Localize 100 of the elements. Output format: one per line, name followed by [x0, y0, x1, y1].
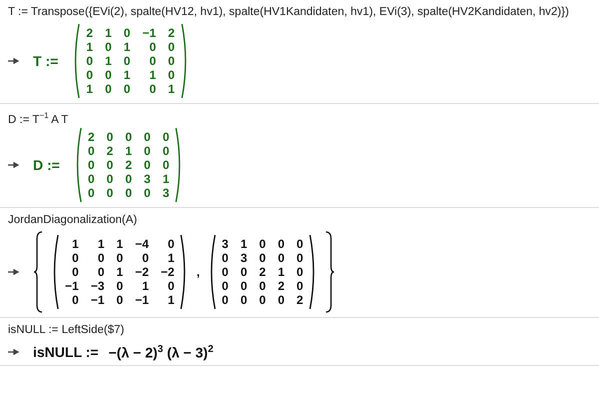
- output-label: T :=: [33, 53, 58, 69]
- matrix-entry: 1: [116, 265, 124, 279]
- matrix-entry: 3: [222, 237, 228, 251]
- matrix-entry: 0: [222, 279, 228, 293]
- matrix-entry: 0: [296, 279, 304, 293]
- matrix-entry: 0: [124, 54, 130, 68]
- matrix-entry: 2: [278, 279, 285, 293]
- matrix-entry: 0: [259, 293, 266, 307]
- matrix-entry: 0: [104, 40, 112, 54]
- matrix-entry: 0: [148, 54, 156, 68]
- arrow-icon: [8, 162, 19, 168]
- matrix-entry: 0: [166, 237, 174, 251]
- matrix-entry: 0: [240, 279, 248, 293]
- matrix-entry: 0: [162, 130, 170, 144]
- matrix-entry: 0: [104, 82, 112, 96]
- matrix-entry: 0: [222, 265, 228, 279]
- matrix-entry: 0: [168, 68, 175, 82]
- matrix-entry: 0: [106, 172, 114, 186]
- matrix-entry: 0: [88, 144, 95, 158]
- matrix-entry: 0: [106, 158, 114, 172]
- matrix-entry: 0: [259, 251, 266, 265]
- matrix-entry: 0: [278, 293, 285, 307]
- matrix-entry: 0: [148, 82, 156, 96]
- matrix-entry: 0: [71, 251, 79, 265]
- matrix-entry: −4: [135, 237, 149, 251]
- matrix-entry: −3: [90, 279, 104, 293]
- matrix-entry: 1: [141, 279, 149, 293]
- matrix-entry: 0: [71, 265, 79, 279]
- matrix-entry: 3: [144, 172, 151, 186]
- matrix-entry: 1: [278, 265, 285, 279]
- matrix-entry: 0: [116, 279, 124, 293]
- output-label: D :=: [33, 157, 60, 173]
- arrow-icon: [8, 349, 19, 356]
- matrix-entry: 0: [104, 68, 112, 82]
- matrix-entry: 0: [88, 158, 95, 172]
- arrow-icon: [8, 58, 19, 64]
- matrix-entry: 0: [86, 54, 93, 68]
- matrix-entry: 0: [144, 144, 151, 158]
- matrix-entry: 0: [278, 251, 285, 265]
- matrix-entry: 0: [144, 130, 151, 144]
- matrix-entry: 1: [166, 251, 174, 265]
- matrix-entry: 1: [86, 40, 93, 54]
- matrix-entry: 0: [116, 251, 124, 265]
- matrix-entry: 0: [240, 265, 248, 279]
- matrix-entry: 0: [162, 144, 170, 158]
- output-expression: −(λ − 2)$^{3}$ (λ − 3)$^{2}$: [108, 344, 214, 361]
- matrix-entry: 0: [259, 279, 266, 293]
- matrix-entry: 0: [296, 265, 304, 279]
- matrix-entry: 0: [88, 186, 95, 200]
- matrix-entry: 0: [86, 68, 93, 82]
- matrix-entry: 0: [141, 251, 149, 265]
- matrix-entry: 0: [71, 293, 79, 307]
- input-line[interactable]: D := T$^{−1}$ A T: [0, 108, 599, 124]
- matrix-entry: 0: [296, 237, 304, 251]
- matrix-entry: 0: [296, 251, 304, 265]
- matrix-entry: 1: [124, 40, 130, 54]
- matrix-entry: 2: [296, 293, 304, 307]
- matrix-entry: 3: [240, 251, 248, 265]
- matrix-entry: 0: [278, 237, 285, 251]
- matrix-entry: 0: [148, 40, 156, 54]
- output-label: isNULL :=: [33, 344, 98, 360]
- matrix-entry: 2: [168, 26, 175, 40]
- matrix-entry: 0: [88, 172, 95, 186]
- arrow-icon: [8, 269, 19, 275]
- matrix-entry: 0: [222, 293, 228, 307]
- matrix-entry: 1: [104, 26, 112, 40]
- matrix-entry: −1: [90, 293, 104, 307]
- matrix-entry: 1: [104, 54, 112, 68]
- comma: ,: [196, 265, 200, 279]
- matrix-entry: 1: [96, 237, 104, 251]
- matrix-entry: 0: [166, 279, 174, 293]
- matrix-entry: 0: [240, 293, 248, 307]
- matrix-entry: 0: [106, 186, 114, 200]
- matrix-entry: 1: [168, 82, 175, 96]
- matrix-entry: 0: [162, 158, 170, 172]
- matrix-entry: 1: [86, 82, 93, 96]
- matrix-entry: −1: [135, 293, 149, 307]
- matrix-entry: 2: [86, 26, 93, 40]
- matrix-entry: 2: [88, 130, 95, 144]
- input-line[interactable]: isNULL := LeftSide($7): [0, 322, 599, 338]
- matrix-entry: 0: [168, 40, 175, 54]
- matrix-entry: 0: [144, 158, 151, 172]
- matrix-entry: 1: [116, 237, 124, 251]
- matrix-entry: 3: [162, 186, 170, 200]
- matrix-entry: 0: [125, 186, 132, 200]
- input-line[interactable]: JordanDiagonalization(A): [0, 212, 599, 228]
- matrix-entry: 0: [124, 82, 130, 96]
- matrix-entry: 1: [71, 237, 79, 251]
- matrix-entry: 1: [240, 237, 248, 251]
- matrix-entry: 0: [106, 130, 114, 144]
- matrix-entry: 0: [259, 237, 266, 251]
- matrix-entry: 0: [125, 130, 132, 144]
- matrix-entry: 1: [162, 172, 170, 186]
- matrix-entry: 0: [124, 26, 130, 40]
- matrix-entry: −1: [65, 279, 79, 293]
- matrix-entry: 0: [144, 186, 151, 200]
- matrix-entry: 0: [168, 54, 175, 68]
- matrix-entry: 0: [116, 293, 124, 307]
- input-line[interactable]: T := Transpose({EVi(2), spalte(HV12, hv1), spalte(HV1Kandidaten, hv1), EVi(3), spalte(HV2Kandidaten, hv2)}): [0, 4, 599, 20]
- matrix-entry: 1: [148, 68, 156, 82]
